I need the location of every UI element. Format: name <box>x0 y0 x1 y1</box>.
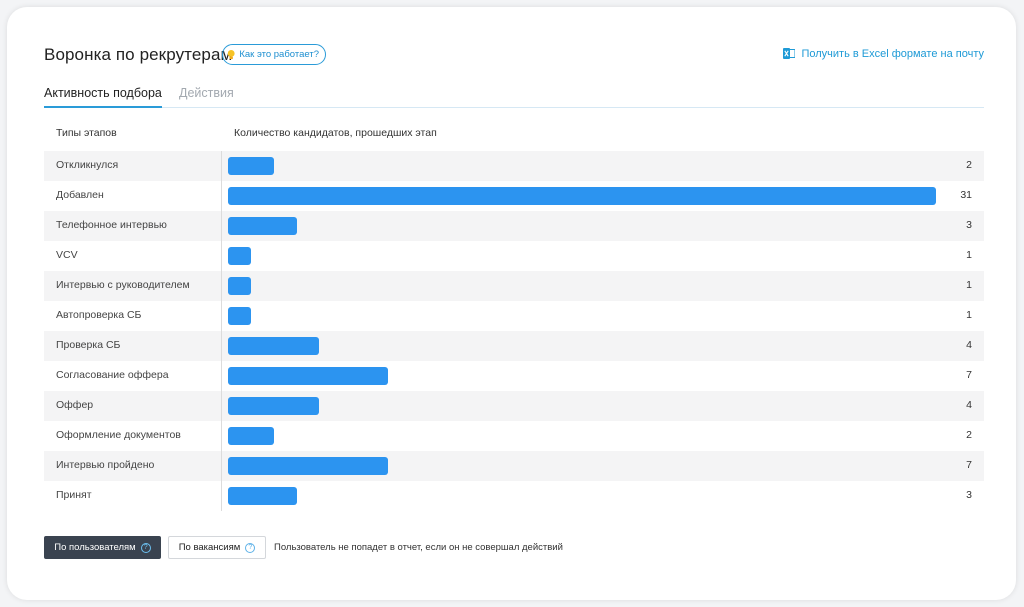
column-header-stage-types: Типы этапов <box>56 127 117 139</box>
bar <box>228 457 388 475</box>
category-label: Добавлен <box>56 189 104 201</box>
bar <box>228 367 388 385</box>
category-label: Автопроверка СБ <box>56 309 142 321</box>
by-vacancies-label: По вакансиям <box>178 542 241 553</box>
help-icon[interactable]: ? <box>245 542 256 553</box>
bar <box>228 427 274 445</box>
category-label: Откликнулся <box>56 159 119 171</box>
value-label: 3 <box>966 489 972 501</box>
chart-row: Оффер 4 <box>44 391 984 421</box>
column-header-candidates-count: Количество кандидатов, прошедших этап <box>234 127 437 139</box>
value-label: 1 <box>966 279 972 291</box>
funnel-bar-chart: Принят 3 Интервью пройдено 7 Оформление доку… <box>44 151 984 511</box>
tab-recruiting-activity[interactable]: Активность подбора <box>44 86 162 108</box>
excel-icon <box>783 48 796 59</box>
chart-row: Откликнулся 2 <box>44 151 984 181</box>
category-label: Оформление документов <box>56 429 181 441</box>
excel-export-label: Получить в Excel формате на почту <box>801 47 984 60</box>
by-users-label: По пользователям <box>54 542 136 553</box>
category-label: Принят <box>56 489 92 501</box>
value-label: 4 <box>966 339 972 351</box>
value-label: 31 <box>960 189 972 201</box>
category-label: Проверка СБ <box>56 339 121 351</box>
value-label: 7 <box>966 459 972 471</box>
excel-export-link[interactable]: Получить в Excel формате на почту <box>783 47 984 60</box>
category-label: Интервью пройдено <box>56 459 155 471</box>
bar <box>228 187 936 205</box>
help-icon[interactable]: ? <box>140 542 151 553</box>
bar <box>228 157 274 175</box>
bar <box>228 247 251 265</box>
tab-bar: Активность подбора Действия <box>44 86 984 108</box>
value-label: 2 <box>966 159 972 171</box>
bar <box>228 337 319 355</box>
value-label: 4 <box>966 399 972 411</box>
category-label: VCV <box>56 249 78 261</box>
bar <box>228 487 297 505</box>
bar <box>228 397 319 415</box>
lightbulb-icon <box>227 49 235 59</box>
bar <box>228 277 251 295</box>
category-label: Телефонное интервью <box>56 219 167 231</box>
chart-divider <box>221 151 222 511</box>
bar <box>228 217 297 235</box>
chart-row: Проверка СБ 4 <box>44 331 984 361</box>
footer-controls: По пользователям ? По вакансиям ? Пользо… <box>44 536 563 559</box>
how-it-works-label: Как это работает? <box>239 49 319 60</box>
value-label: 7 <box>966 369 972 381</box>
chart-row: Принят 3 <box>44 481 984 511</box>
footer-note: Пользователь не попадет в отчет, если он… <box>274 542 563 553</box>
chart-row: Интервью с руководителем 1 <box>44 271 984 301</box>
chart-row: Автопроверка СБ 1 <box>44 301 984 331</box>
bar <box>228 307 251 325</box>
chart-row: Добавлен 31 <box>44 181 984 211</box>
by-users-button[interactable]: По пользователям ? <box>44 536 161 559</box>
category-label: Согласование оффера <box>56 369 169 381</box>
value-label: 3 <box>966 219 972 231</box>
tab-actions[interactable]: Действия <box>179 86 234 106</box>
chart-row: Согласование оффера 7 <box>44 361 984 391</box>
category-label: Оффер <box>56 399 94 411</box>
value-label: 1 <box>966 309 972 321</box>
how-it-works-button[interactable]: Как это работает? <box>222 44 326 65</box>
chart-row: Интервью пройдено 7 <box>44 451 984 481</box>
chart-row: VCV 1 <box>44 241 984 271</box>
value-label: 2 <box>966 429 972 441</box>
chart-row: Оформление документов 2 <box>44 421 984 451</box>
chart-row: Телефонное интервью 3 <box>44 211 984 241</box>
by-vacancies-button[interactable]: По вакансиям ? <box>168 536 266 559</box>
value-label: 1 <box>966 249 972 261</box>
category-label: Интервью с руководителем <box>56 279 190 291</box>
page-title: Воронка по рекрутерам <box>44 45 233 64</box>
